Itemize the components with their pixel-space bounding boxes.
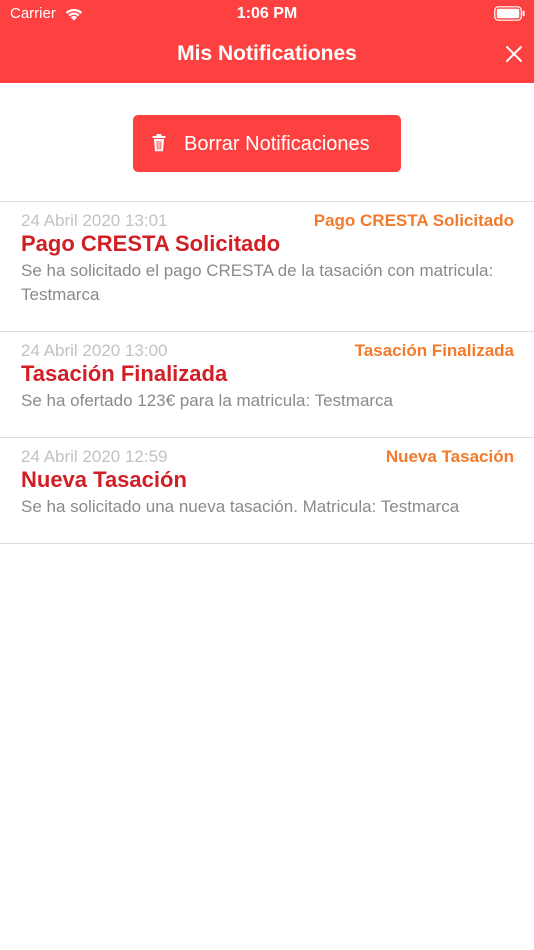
clear-notifications-label: Borrar Notificaciones (184, 133, 370, 155)
page-title: Mis Notificationes (177, 42, 357, 65)
notification-type: Pago CRESTA Solicitado (313, 211, 514, 230)
close-icon (506, 46, 522, 62)
notification-date: 24 Abril 2020 13:00 (21, 341, 168, 360)
notification-item[interactable]: 24 Abril 2020 12:59 Nueva Tasación Nueva… (0, 438, 534, 543)
trash-icon (152, 134, 166, 152)
notification-title: Tasación Finalizada (21, 361, 228, 386)
status-bar: Carrier 1:06 PM (0, 0, 534, 28)
notification-body: Se ha ofertado 123€ para la matricula: T… (21, 391, 394, 410)
battery-icon (494, 6, 525, 21)
notification-date: 24 Abril 2020 13:01 (21, 211, 168, 230)
app-header: Carrier 1:06 PM Mis Notificationes (0, 0, 534, 83)
status-time: 1:06 PM (236, 5, 298, 22)
divider (0, 543, 534, 544)
notification-date: 24 Abril 2020 12:59 (21, 447, 168, 466)
notification-item[interactable]: 24 Abril 2020 13:00 Tasación Finalizada … (0, 332, 534, 437)
notification-list: 24 Abril 2020 13:01 Pago CRESTA Solicita… (0, 201, 534, 544)
notification-body: Se ha solicitado el pago CRESTA de la ta… (21, 261, 494, 304)
notification-title: Nueva Tasación (21, 467, 187, 492)
notification-title: Pago CRESTA Solicitado (21, 231, 281, 256)
notification-type: Tasación Finalizada (354, 341, 514, 360)
clear-notifications-button[interactable]: Borrar Notificaciones (133, 115, 401, 172)
notification-body: Se ha solicitado una nueva tasación. Mat… (21, 497, 460, 516)
notification-item[interactable]: 24 Abril 2020 13:01 Pago CRESTA Solicita… (0, 202, 534, 331)
close-button[interactable] (500, 40, 528, 68)
notification-type: Nueva Tasación (385, 447, 514, 466)
